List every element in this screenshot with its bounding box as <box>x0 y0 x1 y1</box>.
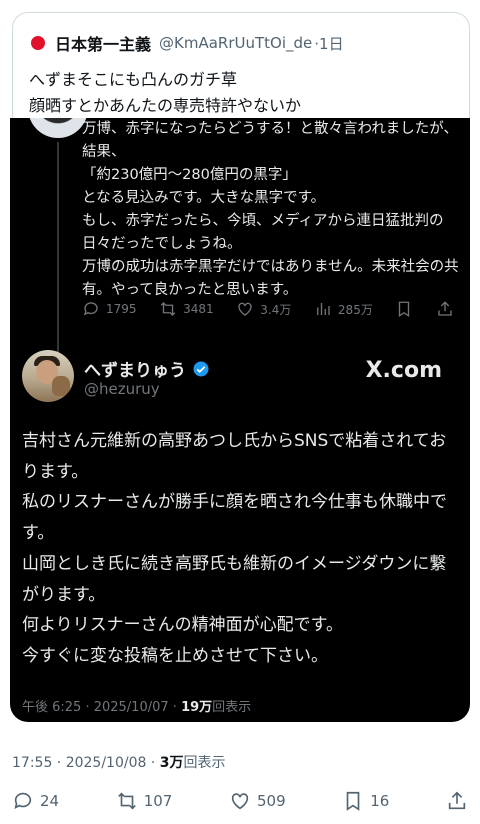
outer-views-label: 回表示 <box>183 755 226 771</box>
quote-card[interactable]: 日本第一主義 @KmAaRrUuTtOi_de ·1日 へずまそこにも凸んのガチ… <box>12 12 470 118</box>
thread-line <box>57 142 59 364</box>
share-icon <box>448 791 466 810</box>
repost-count: 107 <box>143 792 173 810</box>
share-icon <box>438 301 452 316</box>
heart-icon <box>238 302 252 316</box>
bookmark-icon <box>346 791 360 811</box>
outer-views-count: 3万 <box>159 755 184 771</box>
share-button[interactable] <box>446 790 468 812</box>
avatar-deer <box>52 376 70 396</box>
quote-header: 日本第一主義 @KmAaRrUuTtOi_de ·1日 <box>31 31 344 55</box>
author-handle[interactable]: @hezuruy <box>84 380 160 398</box>
views-count: 285万 <box>337 302 373 317</box>
author-name-row: へずまりゅう <box>84 356 210 381</box>
reply-icon <box>14 792 32 809</box>
quote-author-handle[interactable]: @KmAaRrUuTtOi_de <box>159 34 312 52</box>
bookmark-icon <box>399 301 410 318</box>
outer-post-meta: 17:55 · 2025/10/08 · 3万回表示 <box>12 752 226 772</box>
quote-text-line: へずまそこにも凸んのガチ草 <box>29 70 238 89</box>
embedded-screenshot: 万博、赤字になったらどうする！と散々言われましたが、結果、 「約230億円〜28… <box>10 118 470 722</box>
share-button[interactable] <box>436 300 454 318</box>
main-post-timestamp[interactable]: 午後 6:25 · 2025/10/07 · <box>22 700 181 715</box>
previous-post-text: 万博、赤字になったらどうする！と散々言われましたが、結果、 「約230億円〜28… <box>82 121 459 298</box>
bookmark-button[interactable] <box>395 300 413 318</box>
repost-button[interactable]: 107 <box>116 790 173 812</box>
bar-chart-icon <box>316 303 330 315</box>
heart-icon <box>231 793 249 810</box>
avatar <box>28 118 88 138</box>
quote-author-name[interactable]: 日本第一主義 <box>55 31 151 55</box>
like-count: 3.4万 <box>260 302 292 317</box>
reply-button[interactable]: 1795 <box>82 300 137 318</box>
reply-button[interactable]: 24 <box>12 790 59 812</box>
repost-button[interactable]: 3481 <box>159 300 214 318</box>
previous-post-actions: 1795 3481 3.4万 285万 <box>82 300 454 318</box>
quote-text: へずまそこにも凸んのガチ草 顔晒すとかあんたの専売特許やないか <box>29 67 301 119</box>
main-post-text: 吉村さん元維新の高野あつし氏からSNSで粘着されております。 私のリスナーさんが… <box>22 431 447 666</box>
x-com-watermark: X.com <box>365 358 442 383</box>
repost-count: 3481 <box>183 302 214 316</box>
author-name[interactable]: へずまりゅう <box>84 356 186 381</box>
outer-timestamp[interactable]: 17:55 · 2025/10/08 · <box>12 755 160 771</box>
main-post-views-label: 回表示 <box>212 700 252 715</box>
flag-avatar-icon <box>31 36 45 50</box>
like-button[interactable]: 509 <box>229 790 286 812</box>
bookmark-count: 16 <box>370 792 390 810</box>
views-button[interactable]: 285万 <box>314 300 373 318</box>
avatar[interactable] <box>22 350 74 402</box>
like-button[interactable]: 3.4万 <box>236 300 291 318</box>
repost-icon <box>160 302 176 316</box>
outer-action-bar: 24 107 509 16 <box>12 790 468 812</box>
quote-text-line: 顔晒すとかあんたの専売特許やないか <box>29 96 302 115</box>
reply-icon <box>83 302 98 316</box>
main-post-views-count: 19万 <box>181 700 213 715</box>
reply-count: 24 <box>40 792 60 810</box>
verified-badge-icon <box>193 361 209 376</box>
bookmark-button[interactable]: 16 <box>342 790 389 812</box>
reply-count: 1795 <box>106 302 137 316</box>
main-post-meta: 午後 6:25 · 2025/10/07 · 19万回表示 <box>22 696 251 715</box>
quote-time: ·1日 <box>314 34 344 53</box>
repost-icon <box>117 792 136 810</box>
like-count: 509 <box>256 792 286 810</box>
